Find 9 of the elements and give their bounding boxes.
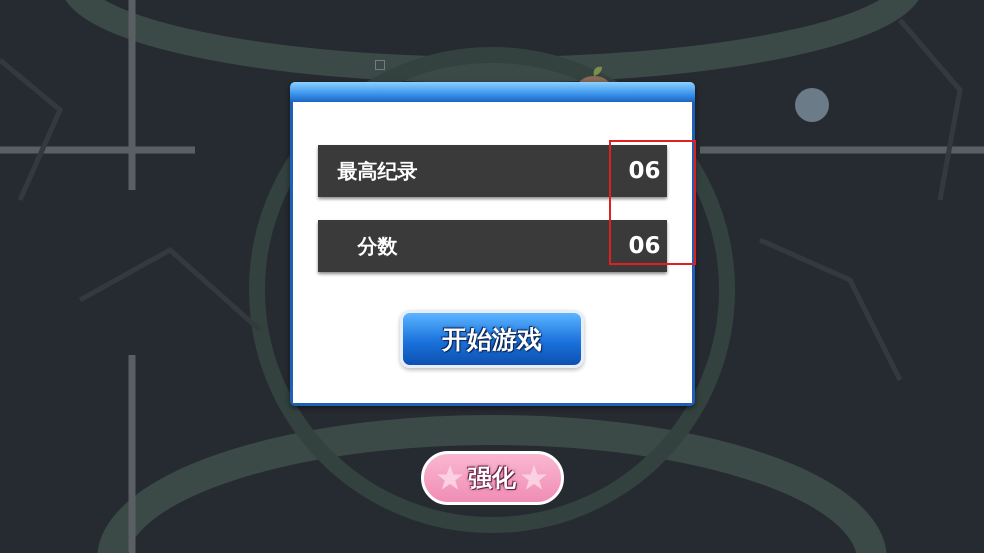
score-value: 06: [628, 158, 660, 184]
avatar-placeholder[interactable]: [795, 88, 829, 122]
score-label: 最高纪录: [336, 158, 418, 184]
star-icon: [520, 464, 548, 492]
start-game-button[interactable]: 开始游戏: [400, 310, 584, 368]
score-value: 06: [628, 233, 660, 259]
score-label: 分数: [356, 232, 398, 260]
square-outline-icon: [375, 60, 385, 70]
star-icon: [436, 464, 464, 492]
